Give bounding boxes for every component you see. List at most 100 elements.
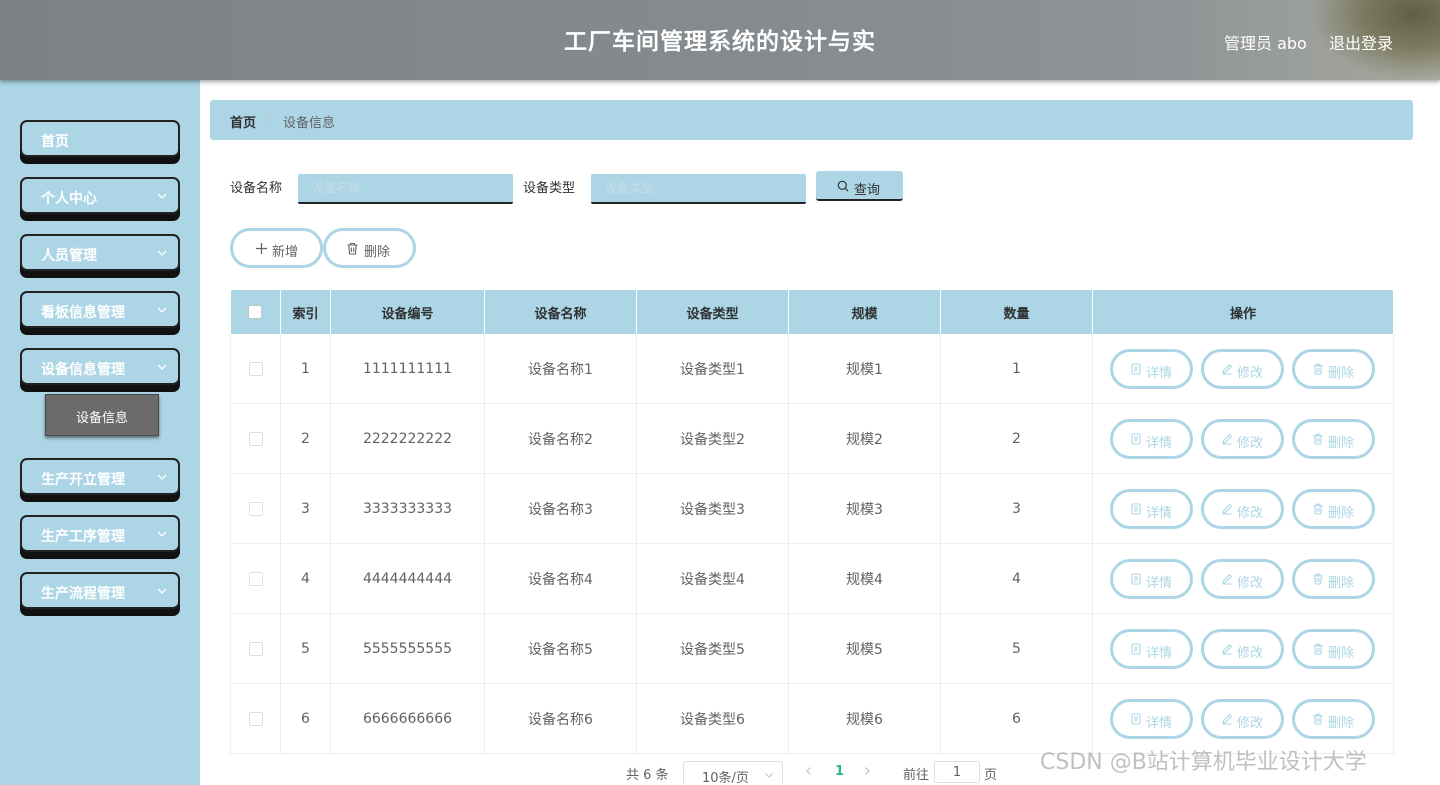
edit-button[interactable]: 修改 xyxy=(1201,489,1284,529)
row-checkbox[interactable] xyxy=(248,431,263,446)
device-name-label: 设备名称 xyxy=(230,181,283,196)
detail-button[interactable]: 详情 xyxy=(1110,419,1193,459)
cell-index: 3 xyxy=(280,473,331,544)
edit-button[interactable]: 修改 xyxy=(1201,419,1284,459)
cell-scale: 规模2 xyxy=(788,403,941,474)
trash-icon xyxy=(1313,573,1323,585)
detail-button[interactable]: 详情 xyxy=(1110,489,1193,529)
cell-type: 设备类型4 xyxy=(636,543,789,614)
device-type-input[interactable] xyxy=(591,174,806,204)
edit-button[interactable]: 修改 xyxy=(1201,699,1284,739)
edit-button[interactable]: 修改 xyxy=(1201,559,1284,599)
row-checkbox[interactable] xyxy=(248,711,263,726)
detail-button[interactable]: 详情 xyxy=(1110,699,1193,739)
delete-button-label: 删除 xyxy=(1328,716,1355,731)
cell-scale: 规模3 xyxy=(788,473,941,544)
sidebar-item-label: 生产流程管理 xyxy=(41,586,125,602)
row-checkbox[interactable] xyxy=(248,361,263,376)
breadcrumb-current: 设备信息 xyxy=(283,116,336,131)
cell-quantity: 4 xyxy=(940,543,1093,614)
cell-quantity: 1 xyxy=(940,334,1093,404)
cell-index: 6 xyxy=(280,683,331,754)
chevron-down-icon xyxy=(157,588,167,594)
sidebar-item-production-process[interactable]: 生产工序管理 xyxy=(20,515,180,552)
sidebar-item-personnel[interactable]: 人员管理 xyxy=(20,234,180,271)
row-checkbox[interactable] xyxy=(248,571,263,586)
sidebar-item-production-flow[interactable]: 生产流程管理 xyxy=(20,572,180,609)
row-checkbox[interactable] xyxy=(248,641,263,656)
watermark: CSDN @B站计算机毕业设计大学 xyxy=(1040,750,1367,775)
sidebar-item-production-open[interactable]: 生产开立管理 xyxy=(20,458,180,495)
row-select-cell xyxy=(230,473,281,544)
add-button-label: 新增 xyxy=(272,245,299,260)
goto-page-input[interactable]: 1 xyxy=(934,761,980,783)
cell-code: 3333333333 xyxy=(330,473,485,544)
device-name-input[interactable] xyxy=(298,174,513,204)
delete-button-label: 删除 xyxy=(1328,506,1355,521)
cell-quantity: 6 xyxy=(940,683,1093,754)
sidebar-item-equipment[interactable]: 设备信息管理 xyxy=(20,348,180,385)
detail-button-label: 详情 xyxy=(1146,366,1173,381)
table-header-row: 索引 设备编号 设备名称 设备类型 规模 数量 操作 xyxy=(230,290,1394,334)
row-checkbox[interactable] xyxy=(248,501,263,516)
delete-button[interactable]: 删除 xyxy=(1292,419,1375,459)
document-icon xyxy=(1131,433,1141,445)
edit-button[interactable]: 修改 xyxy=(1201,629,1284,669)
edit-button[interactable]: 修改 xyxy=(1201,349,1284,389)
delete-button[interactable]: 删除 xyxy=(1292,699,1375,739)
cell-code: 4444444444 xyxy=(330,543,485,614)
cell-name: 设备名称3 xyxy=(484,473,637,544)
edit-button-label: 修改 xyxy=(1237,366,1264,381)
page-number-current[interactable]: 1 xyxy=(835,764,844,779)
sidebar-item-dashboard[interactable]: 看板信息管理 xyxy=(20,291,180,328)
detail-button-label: 详情 xyxy=(1146,646,1173,661)
edit-icon xyxy=(1222,573,1233,585)
cell-actions: 详情 修改 删除 xyxy=(1092,543,1394,614)
sidebar-item-label: 个人中心 xyxy=(41,191,97,207)
device-type-label: 设备类型 xyxy=(523,181,576,196)
delete-button-label: 删除 xyxy=(1328,436,1355,451)
query-button[interactable]: 查询 xyxy=(816,171,903,201)
sidebar-subitem-equipment-info[interactable]: 设备信息 xyxy=(45,394,159,436)
batch-delete-button[interactable]: 删除 xyxy=(323,228,416,268)
top-header: 工厂车间管理系统的设计与实 管理员 abo 退出登录 xyxy=(0,0,1440,80)
delete-button-label: 删除 xyxy=(1328,576,1355,591)
sidebar-item-home[interactable]: 首页 xyxy=(20,120,180,157)
chevron-down-icon xyxy=(157,364,167,370)
breadcrumb-home[interactable]: 首页 xyxy=(230,112,256,131)
detail-button[interactable]: 详情 xyxy=(1110,629,1193,669)
delete-button[interactable]: 删除 xyxy=(1292,489,1375,529)
cell-name: 设备名称2 xyxy=(484,403,637,474)
detail-button-label: 详情 xyxy=(1146,436,1173,451)
delete-button[interactable]: 删除 xyxy=(1292,349,1375,389)
page-size-select[interactable]: 10条/页 xyxy=(683,761,783,785)
cell-actions: 详情 修改 删除 xyxy=(1092,613,1394,684)
delete-button-label: 删除 xyxy=(1328,646,1355,661)
edit-button-label: 修改 xyxy=(1237,646,1264,661)
logout-link[interactable]: 退出登录 xyxy=(1329,30,1393,54)
page-size-value: 10条/页 xyxy=(702,771,749,785)
select-all-checkbox[interactable] xyxy=(248,305,263,319)
detail-button[interactable]: 详情 xyxy=(1110,349,1193,389)
cell-code: 6666666666 xyxy=(330,683,485,754)
trash-icon xyxy=(1313,433,1323,445)
detail-button[interactable]: 详情 xyxy=(1110,559,1193,599)
chevron-down-icon xyxy=(157,531,167,537)
add-button[interactable]: 新增 xyxy=(230,228,323,268)
prev-page-icon[interactable] xyxy=(804,766,814,776)
document-icon xyxy=(1131,573,1141,585)
edit-button-label: 修改 xyxy=(1237,506,1264,521)
delete-button[interactable]: 删除 xyxy=(1292,629,1375,669)
chevron-down-icon xyxy=(765,773,773,778)
detail-button-label: 详情 xyxy=(1146,506,1173,521)
cell-code: 2222222222 xyxy=(330,403,485,474)
sidebar-item-personal-center[interactable]: 个人中心 xyxy=(20,177,180,214)
current-user: 管理员 abo xyxy=(1224,34,1307,53)
document-icon xyxy=(1131,503,1141,515)
column-header-quantity: 数量 xyxy=(940,290,1093,334)
chevron-down-icon xyxy=(157,250,167,256)
trash-icon xyxy=(347,242,358,255)
next-page-icon[interactable] xyxy=(862,766,872,776)
query-button-label: 查询 xyxy=(854,183,881,198)
delete-button[interactable]: 删除 xyxy=(1292,559,1375,599)
